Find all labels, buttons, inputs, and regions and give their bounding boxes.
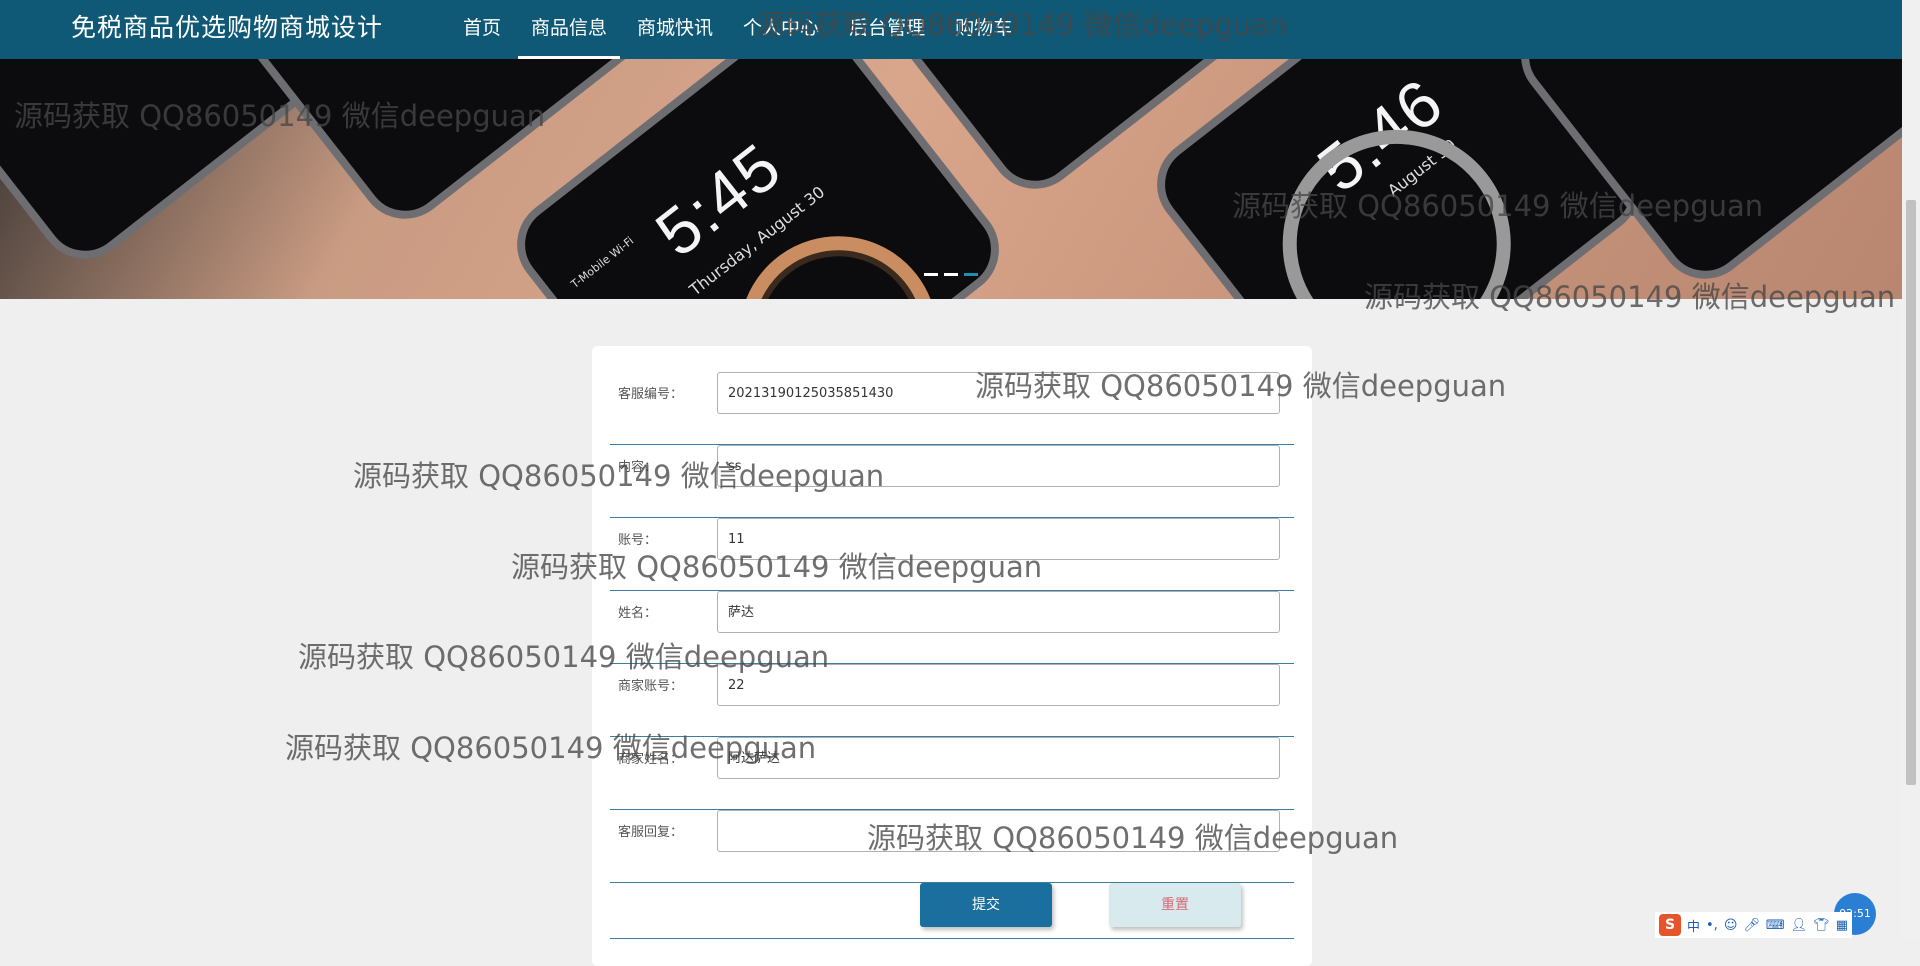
- content-input[interactable]: ss: [717, 445, 1280, 487]
- form-row-content: 内容： ss: [610, 445, 1294, 518]
- carousel-dot[interactable]: [924, 273, 938, 276]
- form-row-name: 姓名： 萨达: [610, 591, 1294, 664]
- sogou-logo-icon[interactable]: S: [1659, 914, 1681, 936]
- field-label: 客服回复：: [618, 825, 684, 840]
- phone-clock-text: 5:45: [641, 128, 795, 271]
- nav-products[interactable]: 商品信息: [518, 0, 621, 59]
- nav-news[interactable]: 商城快讯: [624, 0, 726, 59]
- carousel-dot-active[interactable]: [964, 273, 978, 276]
- punctuation-icon[interactable]: •,: [1706, 918, 1718, 933]
- field-label: 商家姓名：: [618, 752, 684, 767]
- form-row-account: 账号： 11: [610, 518, 1294, 591]
- carousel-indicators: [924, 273, 978, 276]
- site-title[interactable]: 免税商品优选购物商城设计: [71, 10, 383, 46]
- form-row-service-id: 客服编号： 20213190125035851430: [610, 372, 1294, 445]
- emoji-icon[interactable]: ☺: [1724, 918, 1738, 933]
- field-label: 客服编号：: [618, 387, 684, 402]
- main-nav: 首页 商品信息 商城快讯 个人中心 后台管理 购物车: [450, 0, 1029, 59]
- nav-cart[interactable]: 购物车: [942, 0, 1025, 59]
- submit-button[interactable]: 提交: [920, 883, 1052, 927]
- field-label: 内容：: [618, 460, 658, 475]
- name-input[interactable]: 萨达: [717, 591, 1280, 633]
- carousel-dot[interactable]: [944, 273, 958, 276]
- service-id-input[interactable]: 20213190125035851430: [717, 372, 1280, 414]
- form-row-merchant-account: 商家账号： 22: [610, 664, 1294, 737]
- form-row-merchant-name: 商家姓名： 阿达萨达: [610, 737, 1294, 810]
- field-label: 商家账号：: [618, 679, 684, 694]
- page-scrollbar[interactable]: [1902, 0, 1920, 940]
- nav-home[interactable]: 首页: [450, 0, 514, 59]
- grid-icon[interactable]: ▦: [1836, 918, 1848, 933]
- keyboard-icon[interactable]: ⌨: [1766, 918, 1785, 933]
- nav-admin[interactable]: 后台管理: [836, 0, 938, 59]
- reply-input[interactable]: [717, 810, 1280, 852]
- user-icon[interactable]: 👤︎: [1791, 918, 1808, 933]
- top-nav-bar: 免税商品优选购物商城设计 首页 商品信息 商城快讯 个人中心 后台管理 购物车: [0, 0, 1902, 59]
- field-label: 姓名：: [618, 606, 658, 621]
- microphone-icon[interactable]: 🎤︎: [1743, 918, 1760, 933]
- account-input[interactable]: 11: [717, 518, 1280, 560]
- merchant-account-input[interactable]: 22: [717, 664, 1280, 706]
- ime-toolbar: S 中 •, ☺ 🎤︎ ⌨ 👤︎ 👕︎ ▦: [1655, 912, 1852, 938]
- ime-mode-text[interactable]: 中: [1687, 916, 1700, 935]
- field-label: 账号：: [618, 533, 658, 548]
- nav-user-center[interactable]: 个人中心: [730, 0, 832, 59]
- divider: [610, 938, 1294, 939]
- skin-icon[interactable]: 👕︎: [1813, 918, 1830, 933]
- carrier-text: T-Mobile Wi-Fi: [568, 234, 637, 291]
- reset-button[interactable]: 重置: [1109, 883, 1241, 927]
- banner-carousel[interactable]: 5:45 Thursday, August 30 T-Mobile Wi-Fi …: [0, 59, 1902, 299]
- form-row-reply: 客服回复：: [610, 810, 1294, 883]
- service-form-card: 客服编号： 20213190125035851430 内容： ss 账号： 11…: [592, 346, 1312, 966]
- merchant-name-input[interactable]: 阿达萨达: [717, 737, 1280, 779]
- scrollbar-thumb[interactable]: [1906, 200, 1916, 785]
